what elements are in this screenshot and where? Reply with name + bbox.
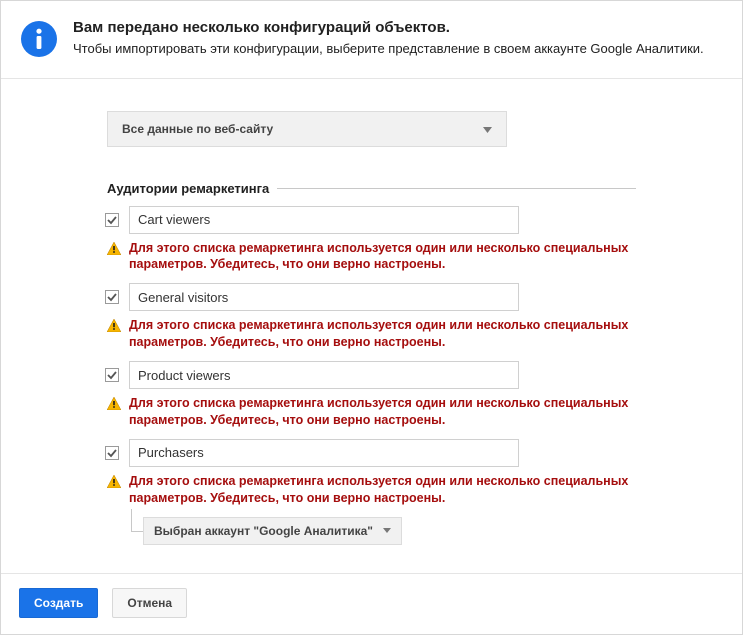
warning-icon (107, 319, 121, 335)
warning-text: Для этого списка ремаркетинга использует… (129, 395, 636, 429)
warning-row: Для этого списка ремаркетинга использует… (107, 473, 636, 507)
dialog: Вам передано несколько конфигураций объе… (0, 0, 743, 635)
dialog-footer: Создать Отмена (1, 573, 742, 634)
audience-row (105, 283, 636, 311)
warning-icon (107, 397, 121, 413)
view-select-label: Все данные по веб-сайту (122, 122, 273, 136)
audience-row (105, 206, 636, 234)
checkbox[interactable] (105, 446, 119, 460)
account-row: Выбран аккаунт "Google Аналитика" (107, 517, 636, 545)
audience-row (105, 439, 636, 467)
warning-icon (107, 475, 121, 491)
audience-list: Для этого списка ремаркетинга использует… (107, 206, 636, 545)
chevron-down-icon (383, 525, 391, 536)
section-divider (277, 188, 636, 189)
checkbox[interactable] (105, 368, 119, 382)
warning-text: Для этого списка ремаркетинга использует… (129, 473, 636, 507)
header-text: Вам передано несколько конфигураций объе… (73, 19, 704, 58)
dialog-subtitle: Чтобы импортировать эти конфигурации, вы… (73, 40, 704, 58)
warning-text: Для этого списка ремаркетинга использует… (129, 240, 636, 274)
warning-row: Для этого списка ремаркетинга использует… (107, 395, 636, 429)
audience-name-input[interactable] (129, 283, 519, 311)
audience-name-input[interactable] (129, 439, 519, 467)
account-select-dropdown[interactable]: Выбран аккаунт "Google Аналитика" (143, 517, 402, 545)
account-select-label: Выбран аккаунт "Google Аналитика" (154, 524, 373, 538)
audience-name-input[interactable] (129, 361, 519, 389)
audience-row (105, 361, 636, 389)
info-icon (21, 21, 57, 57)
create-button[interactable]: Создать (19, 588, 98, 618)
cancel-button[interactable]: Отмена (112, 588, 187, 618)
dialog-header: Вам передано несколько конфигураций объе… (1, 1, 742, 79)
section-title: Аудитории ремаркетинга (107, 181, 277, 196)
view-select-dropdown[interactable]: Все данные по веб-сайту (107, 111, 507, 147)
warning-row: Для этого списка ремаркетинга использует… (107, 240, 636, 274)
warning-row: Для этого списка ремаркетинга использует… (107, 317, 636, 351)
audience-name-input[interactable] (129, 206, 519, 234)
dialog-body: Все данные по веб-сайту Аудитории ремарк… (1, 79, 742, 573)
warning-icon (107, 242, 121, 258)
checkbox[interactable] (105, 213, 119, 227)
chevron-down-icon (483, 122, 492, 136)
checkbox[interactable] (105, 290, 119, 304)
dialog-title: Вам передано несколько конфигураций объе… (73, 19, 704, 36)
tree-connector-icon (125, 517, 143, 545)
warning-text: Для этого списка ремаркетинга использует… (129, 317, 636, 351)
section-heading-row: Аудитории ремаркетинга (107, 181, 636, 196)
